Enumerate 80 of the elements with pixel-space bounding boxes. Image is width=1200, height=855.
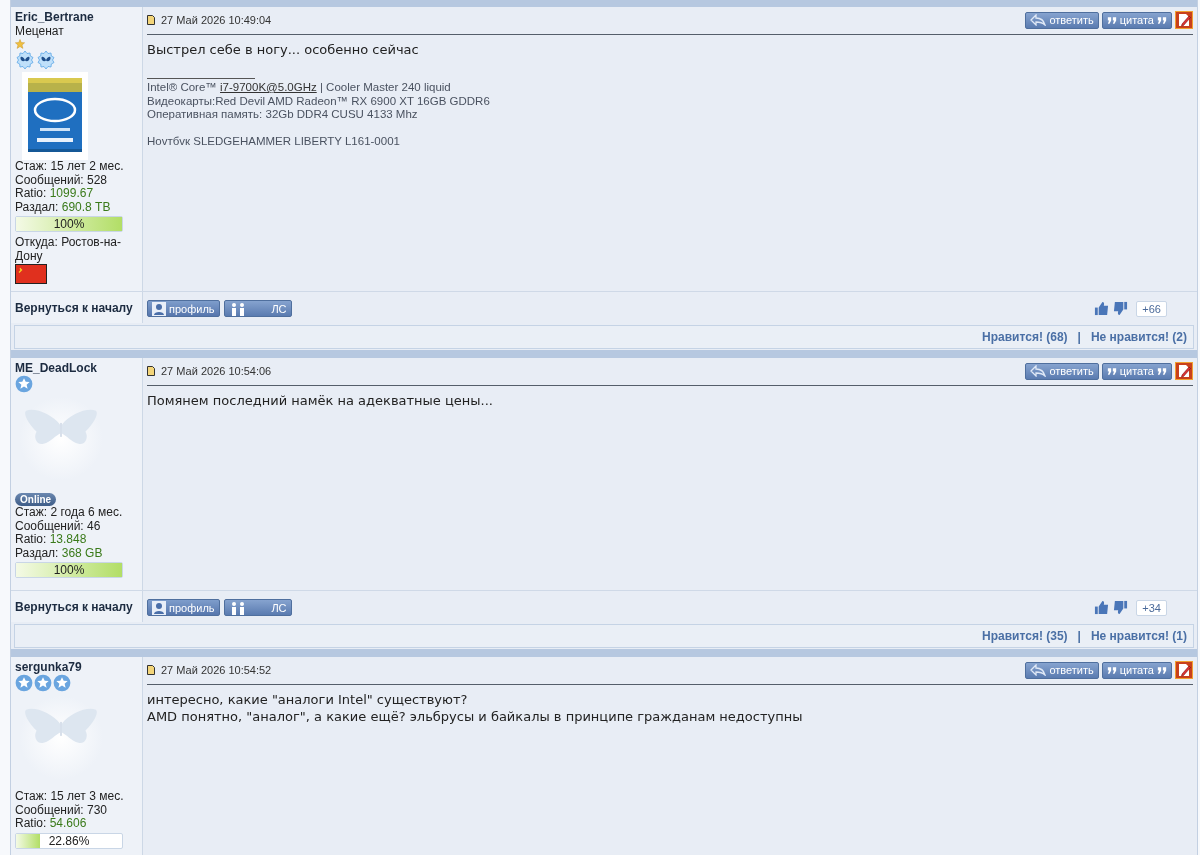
post-date: 27 Май 2026 10:49:04 xyxy=(161,14,272,26)
signature-text: Ноvтбvк SLEDGEHAMMER LIBERTY L161-0001 xyxy=(147,135,401,149)
online-badge: Online xyxy=(15,493,57,506)
reply-button[interactable]: ответить xyxy=(1025,661,1099,679)
reply-arrow-icon xyxy=(1030,664,1047,676)
quote-button[interactable]: цитата xyxy=(1101,11,1172,29)
star-badge-icon xyxy=(15,674,33,692)
user-stat: Стаж: 2 года 6 мес. xyxy=(15,506,124,520)
quote-mark-icon xyxy=(1106,15,1117,25)
user-stat: Сообщений: 730 xyxy=(15,803,109,817)
thumbs-down-icon[interactable] xyxy=(1113,301,1129,316)
user-stat: Сообщений: 46 xyxy=(15,519,102,533)
signature-text: Оперативная память: 32Gb DDR4 CUSU 4133 Mhz xyxy=(147,108,419,122)
post-text: Выстрел себе в ногу... особенно сейчас xyxy=(147,41,420,58)
user-location: Откуда: Ростов-на-Дону xyxy=(15,236,122,263)
private-message-button[interactable]: ЛС xyxy=(223,599,292,616)
edit-icon[interactable] xyxy=(1175,11,1193,29)
quote-mark-icon xyxy=(1106,366,1117,376)
profile-button[interactable]: профиль xyxy=(147,300,220,317)
dislikes-link[interactable]: Не нравится! (2) xyxy=(1090,330,1187,344)
user-stat: Ratio: 1099.67 xyxy=(15,187,95,201)
reply-arrow-icon xyxy=(1030,365,1047,377)
user-stat: Раздал: 368 GB xyxy=(15,546,104,560)
author-name[interactable]: Eric_Bertrane xyxy=(15,10,138,24)
document-icon xyxy=(147,366,155,376)
author-name[interactable]: sergunka79 xyxy=(15,660,138,674)
butterfly-badge-icon xyxy=(15,50,35,70)
progress-bar: 100% xyxy=(15,562,123,578)
edit-icon[interactable] xyxy=(1175,362,1193,380)
quote-mark-icon xyxy=(1157,665,1167,675)
post-date: 27 Май 2026 10:54:06 xyxy=(161,365,272,377)
star-badge-icon xyxy=(15,375,33,393)
post-text: Помянем последний намёк на адекватные цены... xyxy=(147,392,494,409)
post-text: интересно, какие "аналоги Intel" существуют? xyxy=(147,691,469,708)
dislikes-link[interactable]: Не нравится! (1) xyxy=(1090,629,1187,643)
progress-bar: 100% xyxy=(15,216,123,232)
reply-arrow-icon xyxy=(1030,14,1047,26)
quote-mark-icon xyxy=(1106,665,1117,675)
flag-icon xyxy=(15,264,47,284)
thumbs-up-icon[interactable] xyxy=(1094,301,1110,316)
signature-link[interactable]: i7-9700K@5.0GHz xyxy=(220,81,317,93)
quote-button[interactable]: цитата xyxy=(1101,661,1172,679)
rating-count: +34 xyxy=(1136,599,1167,616)
thumbs-up-icon[interactable] xyxy=(1094,600,1110,615)
rating-count: +66 xyxy=(1136,300,1167,317)
quote-mark-icon xyxy=(1157,366,1167,376)
signature-text: Видеокарты:Red Devil AMD Radeon™ RX 6900 XT 16GB GDDR6 xyxy=(147,94,491,108)
reply-button[interactable]: ответить xyxy=(1025,11,1099,29)
star-badge-icon xyxy=(53,674,71,692)
star-icon xyxy=(15,39,25,49)
post-text: AMD понятно, "аналог", а какие ещё? эльбрусы и байкалы в принципе гражданам недоступны xyxy=(147,708,804,725)
post-date: 27 Май 2026 10:54:52 xyxy=(161,664,272,676)
user-stat: Ratio: 13.848 xyxy=(15,533,88,547)
quote-mark-icon xyxy=(1157,15,1167,25)
signature-text: Intel® Core™ xyxy=(147,81,218,93)
likes-link[interactable]: Нравится! (35) xyxy=(982,629,1068,643)
separator-text: | xyxy=(1077,330,1081,344)
user-stat: Стаж: 15 лет 2 мес. xyxy=(15,160,125,174)
progress-bar: 22.86% xyxy=(15,832,123,849)
user-stat: Раздал: 690.8 TB xyxy=(15,200,112,214)
quote-button[interactable]: цитата xyxy=(1101,362,1172,380)
person-icon xyxy=(152,301,166,316)
thumbs-down-icon[interactable] xyxy=(1113,600,1129,615)
user-stat: Ratio: 54.606 xyxy=(15,817,88,831)
reply-button[interactable]: ответить xyxy=(1025,362,1099,380)
private-message-button[interactable]: ЛС xyxy=(223,300,292,317)
user-stat: Сообщений: 528 xyxy=(15,173,109,187)
person-icon xyxy=(152,600,166,615)
user-stat: Стаж: 15 лет 3 мес. xyxy=(15,790,125,804)
document-icon xyxy=(147,665,155,675)
likes-link[interactable]: Нравится! (68) xyxy=(982,330,1068,344)
author-name[interactable]: ME_DeadLock xyxy=(15,361,138,375)
document-icon xyxy=(147,15,155,25)
separator-text: | xyxy=(1077,629,1081,643)
edit-icon[interactable] xyxy=(1175,661,1193,679)
profile-button[interactable]: профиль xyxy=(147,599,220,616)
user-rank: Меценат xyxy=(15,24,65,39)
star-badge-icon xyxy=(34,674,52,692)
signature-text: | Cooler Master 240 liquid xyxy=(318,81,451,93)
butterfly-badge-icon xyxy=(36,50,56,70)
